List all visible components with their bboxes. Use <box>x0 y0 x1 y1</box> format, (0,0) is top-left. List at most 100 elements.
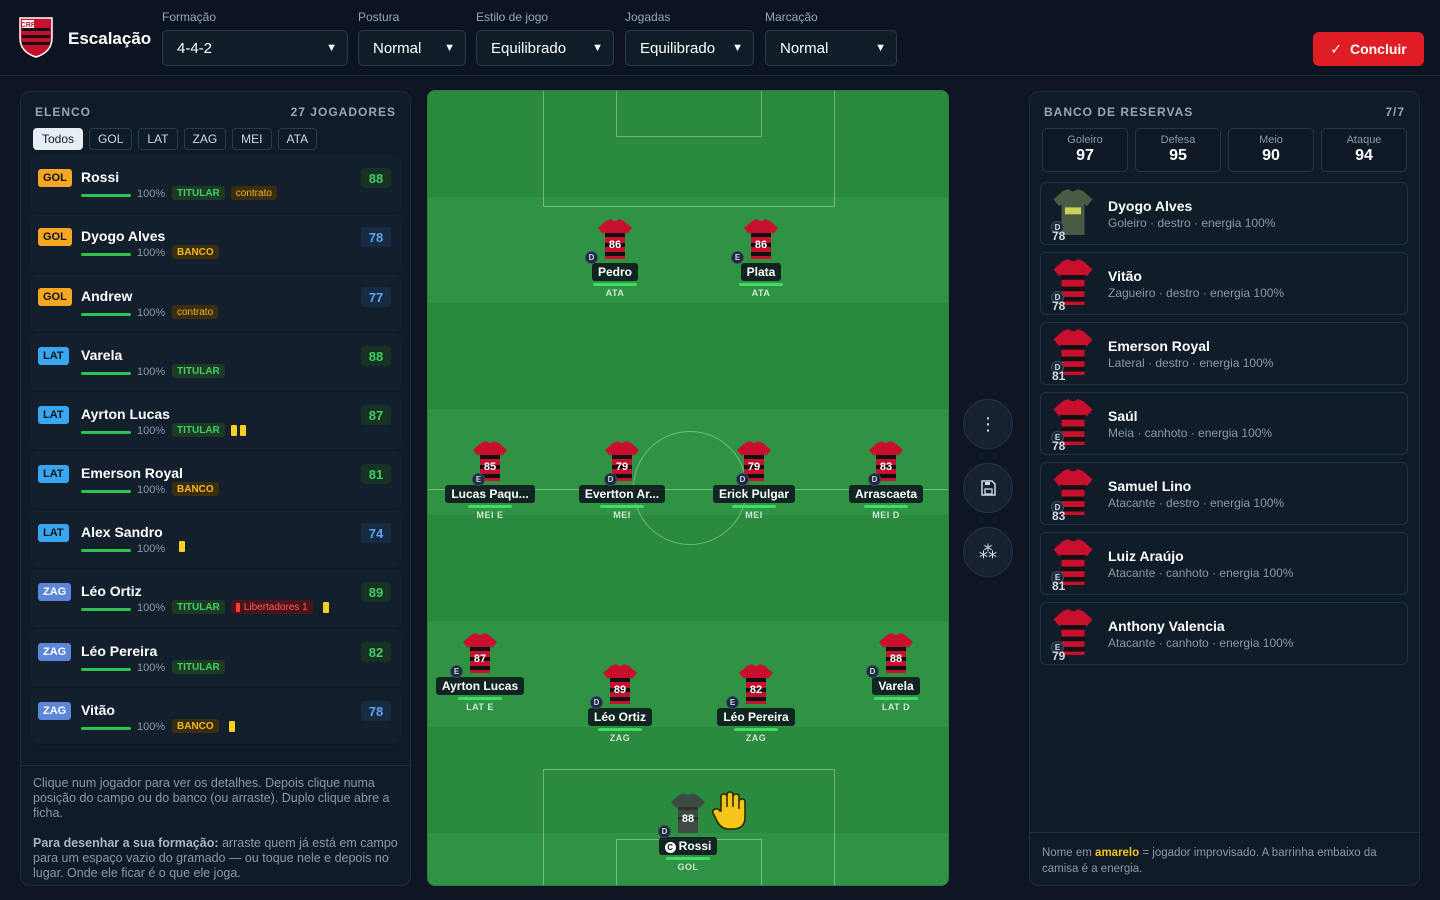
energy-value: 100% <box>137 366 166 378</box>
roster-row[interactable]: GOL Rossi 100% TITULAR contrato 88 <box>31 155 401 214</box>
pitch-player[interactable]: 79 D Erick Pulgar MEI <box>704 441 804 520</box>
badge-group: TITULAR <box>172 364 225 378</box>
formacao-group: Formação 4-4-2 ▼ <box>162 10 348 66</box>
roster-row[interactable]: LAT Emerson Royal 100% BANCO 81 <box>31 451 401 510</box>
roster-row[interactable]: LAT Alex Sandro 100% 74 <box>31 510 401 569</box>
auto-lineup-button[interactable]: ⁂ <box>963 527 1013 577</box>
player-name: Plata <box>740 263 782 281</box>
roster-row[interactable]: LAT Ayrton Lucas 100% TITULAR 87 <box>31 392 401 451</box>
elenco-panel: ELENCO 27 JOGADORES Todos GOL LAT ZAG ME… <box>20 91 411 886</box>
status-badge: TITULAR <box>172 364 225 378</box>
marcacao-select[interactable]: Normal ▼ <box>765 30 897 66</box>
yellow-card-icon <box>228 720 235 732</box>
top-bar: CRF Escalação Formação 4-4-2 ▼ Postura N… <box>0 0 1440 76</box>
badge-group: BANCO <box>172 245 219 259</box>
bench-row[interactable]: E 81 Luiz Araújo Atacante · canhoto · en… <box>1040 532 1408 595</box>
banco-count: 7/7 <box>1385 105 1405 119</box>
energy-bar <box>81 431 131 434</box>
player-name: Léo Ortiz <box>587 708 652 726</box>
foot-badge: D <box>866 665 879 678</box>
status-badge: TITULAR <box>172 600 225 614</box>
player-name: Rossi <box>81 169 120 185</box>
pitch-player[interactable]: 88 D Varela LAT D <box>846 633 946 712</box>
jogadas-select[interactable]: Equilibrado ▼ <box>625 30 754 66</box>
loader-icon: ⁂ <box>979 541 997 562</box>
roster-row[interactable]: LAT Varela 100% TITULAR 88 <box>31 333 401 392</box>
jersey-number: 86 <box>754 239 768 251</box>
bench-row[interactable]: D 83 Samuel Lino Atacante · destro · ene… <box>1040 462 1408 525</box>
foot-badge: D <box>590 696 603 709</box>
player-name: Pedro <box>591 263 638 281</box>
rating-badge: 89 <box>361 582 391 602</box>
filter-mei[interactable]: MEI <box>232 128 272 150</box>
energy-bar <box>458 697 502 700</box>
role-label: MEI E <box>476 510 504 520</box>
jersey-icon: 86 <box>598 219 632 259</box>
bench-row[interactable]: D 78 Vitão Zagueiro · destro · energia 1… <box>1040 252 1408 315</box>
postura-label: Postura <box>358 10 400 24</box>
bench-row[interactable]: D 78 Dyogo Alves Goleiro · destro · ener… <box>1040 182 1408 245</box>
contract-badge: contrato <box>172 305 219 319</box>
formacao-select[interactable]: 4-4-2 ▼ <box>162 30 348 66</box>
energy-bar <box>81 253 131 256</box>
chevron-down-icon: ▼ <box>732 42 743 54</box>
filter-gol[interactable]: GOL <box>89 128 133 150</box>
position-badge: LAT <box>38 465 69 483</box>
energy-value: 100% <box>137 247 166 259</box>
energy-bar <box>81 490 131 493</box>
estilo-value: Equilibrado <box>491 39 567 57</box>
role-label: MEI <box>745 510 763 520</box>
filter-zag[interactable]: ZAG <box>183 128 227 150</box>
status-badge: TITULAR <box>172 660 225 674</box>
filter-todos[interactable]: Todos <box>33 128 84 150</box>
postura-group: Postura Normal ▼ <box>358 10 466 66</box>
energy-value: 100% <box>137 484 166 496</box>
legend-highlight: amarelo <box>1095 847 1140 859</box>
pitch-player[interactable]: 89 D Léo Ortiz ZAG <box>570 664 670 743</box>
pitch-player[interactable]: 85 E Lucas Paqu... MEI E <box>440 441 540 520</box>
jersey-icon: 88 <box>879 633 913 673</box>
more-options-button[interactable]: ⋮ <box>963 399 1013 449</box>
player-name: Luiz Araújo <box>1108 548 1184 564</box>
pitch-player[interactable]: 86 E Plata ATA <box>711 219 811 298</box>
jersey-number: 87 <box>473 653 487 665</box>
pitch-player[interactable]: 79 D Evertton Ar... MEI <box>572 441 672 520</box>
help-formation-title: Para desenhar a sua formação: <box>33 836 219 850</box>
postura-select[interactable]: Normal ▼ <box>358 30 466 66</box>
player-name: Anthony Valencia <box>1108 618 1225 634</box>
status-badge: BANCO <box>172 245 219 259</box>
postura-value: Normal <box>373 39 422 57</box>
roster-row[interactable]: GOL Dyogo Alves 100% BANCO 78 <box>31 214 401 274</box>
badge-group: TITULAR <box>172 660 225 674</box>
pitch-player[interactable]: 83 D Arrascaeta MEI D <box>836 441 936 520</box>
roster-row[interactable]: ZAG Vitão 100% BANCO 78 <box>31 688 401 745</box>
pitch-player[interactable]: 82 E Léo Pereira ZAG <box>706 664 806 743</box>
drag-hand-icon <box>712 791 746 830</box>
estilo-select[interactable]: Equilibrado ▼ <box>476 30 614 66</box>
roster-row[interactable]: ZAG Léo Ortiz 100% TITULAR Libertadores … <box>31 569 401 629</box>
filter-ata[interactable]: ATA <box>277 128 318 150</box>
jersey-number: 89 <box>613 684 627 696</box>
roster-row[interactable]: ZAG Léo Pereira 100% TITULAR 82 <box>31 629 401 688</box>
player-name: Ayrton Lucas <box>81 406 170 422</box>
roster-row[interactable]: GOL Andrew 100% contrato 77 <box>31 274 401 333</box>
player-description: Zagueiro · destro · energia 100% <box>1108 286 1285 300</box>
position-badge: ZAG <box>38 643 72 661</box>
pitch-player[interactable]: 86 D Pedro ATA <box>565 219 665 298</box>
player-description: Atacante · destro · energia 100% <box>1108 496 1285 510</box>
bench-row[interactable]: D 81 Emerson Royal Lateral · destro · en… <box>1040 322 1408 385</box>
pitch[interactable]: 86 D Pedro ATA 86 E Plata ATA 85 E Lucas… <box>427 90 949 886</box>
filter-lat[interactable]: LAT <box>138 128 178 150</box>
estilo-group: Estilo de jogo Equilibrado ▼ <box>476 10 614 66</box>
bench-row[interactable]: E 78 Saúl Meia · canhoto · energia 100% <box>1040 392 1408 455</box>
save-formation-button[interactable] <box>963 463 1013 513</box>
stat-goleiro: Goleiro 97 <box>1042 128 1128 172</box>
concluir-button[interactable]: ✓ Concluir <box>1313 32 1424 66</box>
pitch-player[interactable]: 87 E Ayrton Lucas LAT E <box>430 633 530 712</box>
bench-row[interactable]: E 79 Anthony Valencia Atacante · canhoto… <box>1040 602 1408 665</box>
role-label: ZAG <box>609 733 631 743</box>
rating-badge: 82 <box>361 642 391 662</box>
jogadas-group: Jogadas Equilibrado ▼ <box>625 10 754 66</box>
energy-value: 100% <box>137 543 166 555</box>
foot-badge: D <box>868 473 881 486</box>
